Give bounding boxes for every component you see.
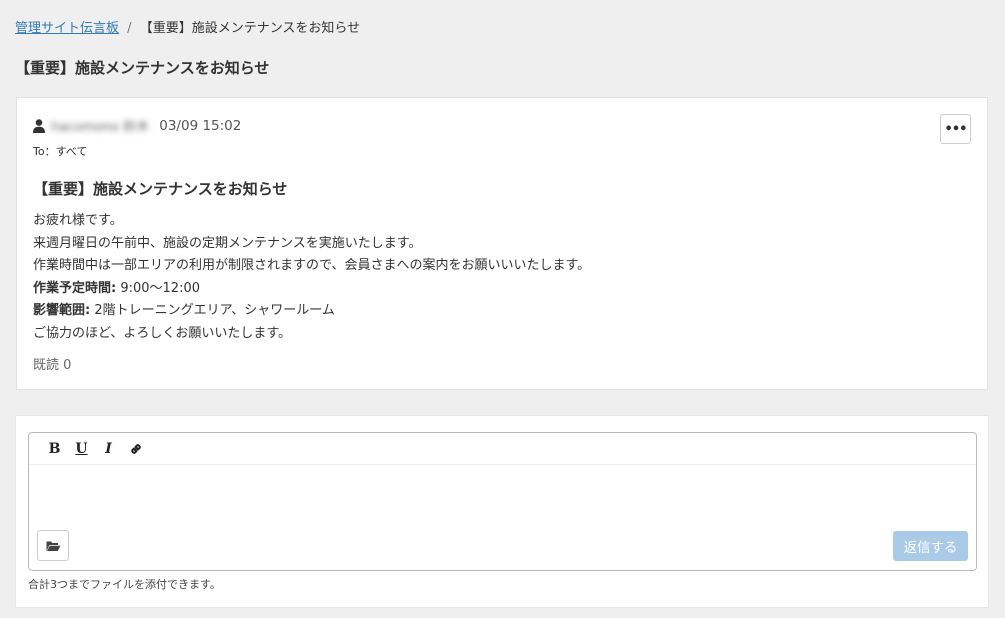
reply-text-area[interactable] [29,466,976,526]
italic-button[interactable]: I [95,438,122,460]
post-card: hacomono 鈴木 03/09 15:02 To：すべて ••• 【重要】施… [16,97,988,390]
editor-toolbar: B U I [29,433,976,465]
breadcrumb-current: 【重要】施設メンテナンスをお知らせ [139,21,361,36]
scope-value: 2階トレーニングエリア、シャワールーム [90,303,335,318]
attachment-note: 合計3つまでファイルを添付できます。 [28,578,221,591]
reply-submit-button[interactable]: 返信する [893,531,968,561]
link-icon [130,443,141,454]
body-line: お疲れ様です。 [33,213,123,228]
ellipsis-icon: ••• [944,121,968,137]
read-count: 既読 0 [33,358,72,373]
page-title: 【重要】施設メンテナンスをお知らせ [15,59,270,77]
breadcrumb-separator: / [127,21,132,36]
closing-line: ご協力のほど、よろしくお願いいたします。 [33,325,292,341]
underline-button[interactable]: U [68,438,95,460]
post-author: hacomono 鈴木 [51,120,150,135]
scope-label: 影響範囲: [33,303,91,318]
user-icon [33,118,45,133]
bold-button[interactable]: B [41,438,68,460]
post-meta: hacomono 鈴木 03/09 15:02 [33,116,241,135]
reply-card: B U I 返信する 合計3つまでファイルを添付できます。 [15,415,989,608]
post-recipient: To：すべて [33,145,88,158]
body-line: 作業時間中は一部エリアの利用が制限されますので、会員さまへの案内をお願いいいたし… [33,258,591,273]
schedule-line: 作業予定時間: 9:00〜12:00 [33,278,590,301]
post-timestamp: 03/09 15:02 [159,117,242,134]
schedule-value: 9:00〜12:00 [116,280,200,296]
attach-file-button[interactable] [37,530,69,561]
breadcrumb: 管理サイト伝言板 / 【重要】施設メンテナンスをお知らせ [15,17,360,36]
breadcrumb-parent-link[interactable]: 管理サイト伝言板 [15,21,119,36]
scope-line: 影響範囲: 2階トレーニングエリア、シャワールーム [33,300,590,323]
folder-open-icon [46,541,60,551]
reply-editor: B U I 返信する [28,432,977,571]
body-line: 来週月曜日の午前中、施設の定期メンテナンスを実施いたします。 [33,235,422,251]
post-body: お疲れ様です。 来週月曜日の午前中、施設の定期メンテナンスを実施いたします。 作… [33,210,590,345]
link-button[interactable] [122,438,149,460]
post-title: 【重要】施設メンテナンスをお知らせ [33,180,288,198]
post-menu-button[interactable]: ••• [940,114,971,144]
schedule-label: 作業予定時間: [33,280,117,296]
